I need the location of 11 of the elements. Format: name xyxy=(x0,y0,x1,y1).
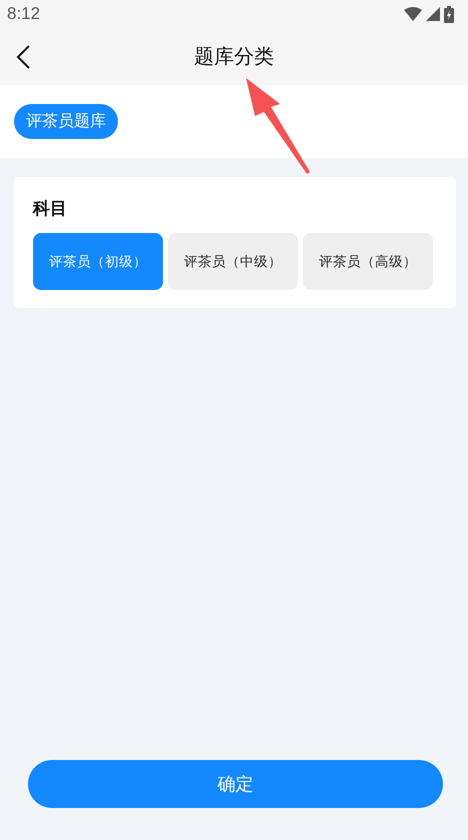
section-heading: 科目 xyxy=(33,198,67,220)
battery-icon xyxy=(444,6,454,22)
category-tag[interactable]: 评茶员题库 xyxy=(14,104,118,139)
subject-option[interactable]: 评茶员（初级） xyxy=(33,233,163,290)
status-time: 8:12 xyxy=(7,4,40,24)
page-title: 题库分类 xyxy=(194,43,274,70)
wifi-icon xyxy=(404,7,422,21)
confirm-button[interactable]: 确定 xyxy=(28,760,443,808)
subject-option[interactable]: 评茶员（高级） xyxy=(303,233,433,290)
subject-option[interactable]: 评茶员（中级） xyxy=(168,233,298,290)
signal-icon xyxy=(426,7,440,21)
